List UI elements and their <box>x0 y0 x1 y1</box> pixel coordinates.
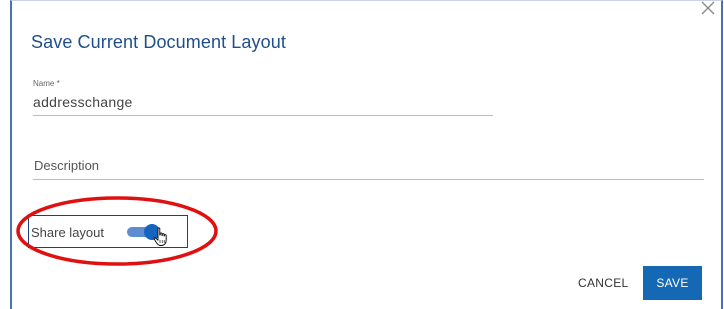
description-field-underline <box>33 179 704 180</box>
cancel-button[interactable]: CANCEL <box>578 276 628 290</box>
name-field-underline <box>33 115 493 116</box>
hand-cursor-icon <box>153 227 167 246</box>
share-layout-control: Share layout <box>28 215 188 248</box>
name-field-label: Name * <box>33 79 60 88</box>
screenshot-stage: Save Current Document Layout Name * addr… <box>0 0 724 309</box>
description-field[interactable]: Description <box>34 158 704 173</box>
save-layout-dialog: Save Current Document Layout Name * addr… <box>10 0 723 309</box>
name-field-value[interactable]: addresschange <box>33 94 493 110</box>
dialog-title: Save Current Document Layout <box>31 32 286 52</box>
save-button[interactable]: SAVE <box>643 266 702 300</box>
share-layout-label: Share layout <box>31 225 104 240</box>
name-field[interactable]: Name * addresschange <box>33 79 493 110</box>
close-icon[interactable] <box>699 0 717 17</box>
description-field-placeholder: Description <box>34 158 100 173</box>
